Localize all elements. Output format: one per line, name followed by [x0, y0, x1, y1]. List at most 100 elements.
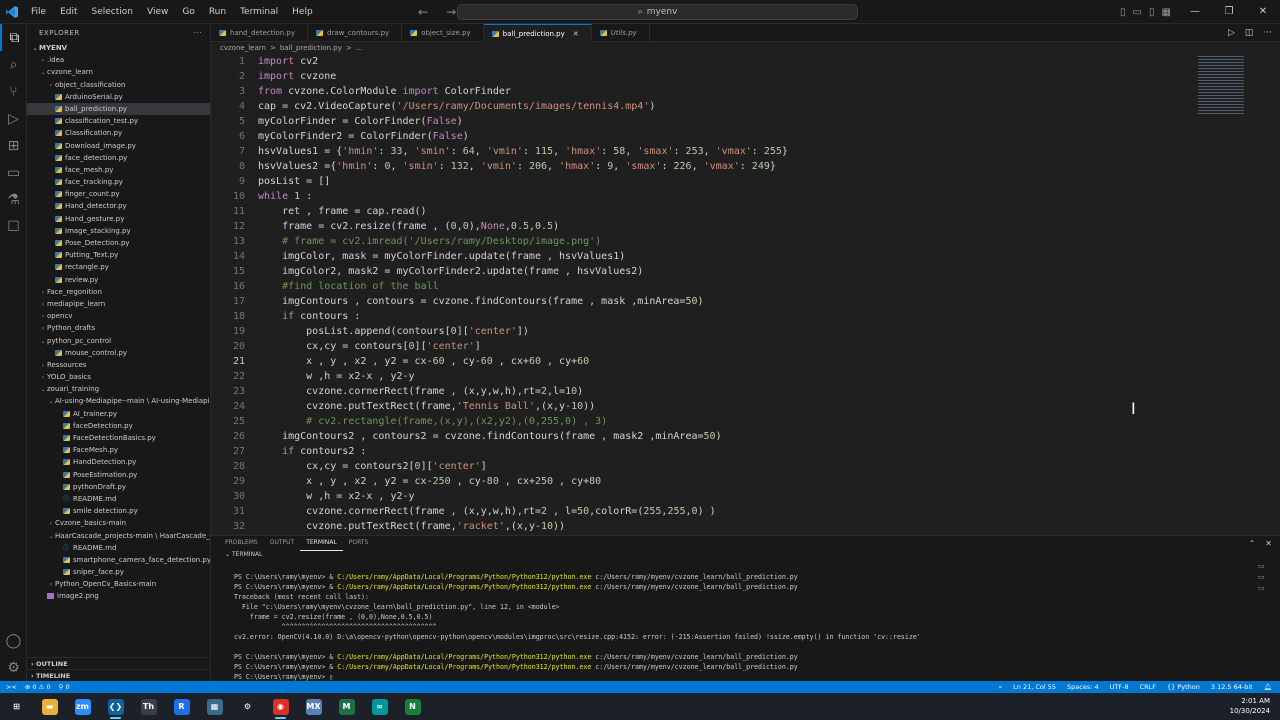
run-debug-icon[interactable]: ▷	[0, 105, 27, 132]
testing-icon[interactable]: ⚗	[0, 186, 27, 213]
taskbar-tool[interactable]: ▦	[198, 693, 231, 720]
terminal-output[interactable]: PS C:\Users\ramy\myenv> & C:/Users/ramy/…	[234, 572, 1264, 682]
tree-file[interactable]: review.py	[27, 274, 210, 286]
cursor-position[interactable]: Ln 21, Col 55	[1013, 683, 1056, 691]
account-icon[interactable]: ◯	[0, 627, 27, 654]
tree-file[interactable]: face_detection.py	[27, 152, 210, 164]
restore-button[interactable]: ❐	[1212, 0, 1246, 24]
taskbar-excel-like[interactable]: M	[330, 693, 363, 720]
code-line[interactable]: 21 x , y , x2 , y2 = cx-60 , cy-60 , cx+…	[211, 354, 1280, 369]
tree-file[interactable]: classification_test.py	[27, 115, 210, 127]
taskbar-settings[interactable]: ⚙	[231, 693, 264, 720]
panel-tab-output[interactable]: OUTPUT	[264, 536, 300, 550]
editor-tab[interactable]: ball_prediction.py ✕	[483, 24, 592, 42]
code-line[interactable]: 24 cvzone.putTextRect(frame,'Tennis Ball…	[211, 399, 1280, 414]
editor-scrollbar[interactable]	[1271, 54, 1280, 534]
tree-file[interactable]: face_mesh.py	[27, 164, 210, 176]
taskbar-mx[interactable]: MX	[297, 693, 330, 720]
tree-file[interactable]: ArduinoSerial.py	[27, 91, 210, 103]
code-line[interactable]: 25 # cv2.rectangle(frame,(x,y),(x2,y2),(…	[211, 414, 1280, 429]
code-line[interactable]: 27 if contours2 :	[211, 444, 1280, 459]
close-panel-icon[interactable]: ✕	[1265, 539, 1272, 548]
taskbar-file-explorer[interactable]: ▬	[33, 693, 66, 720]
tree-folder[interactable]: ⌄python_pc_control	[27, 335, 210, 347]
taskbar-arduino[interactable]: ∞	[363, 693, 396, 720]
code-line[interactable]: 4 cap = cv2.VideoCapture('/Users/ramy/Doc…	[211, 99, 1280, 114]
code-line[interactable]: 18 if contours :	[211, 309, 1280, 324]
taskbar-chrome[interactable]: ◉	[264, 693, 297, 720]
close-button[interactable]: ✕	[1246, 0, 1280, 24]
tree-folder[interactable]: › object_classification	[27, 79, 210, 91]
close-tab-icon[interactable]: ✕	[573, 30, 579, 38]
source-control-icon[interactable]: ⑂	[0, 78, 27, 105]
code-line[interactable]: 29 x , y , x2 , y2 = cx-250 , cy-80 , cx…	[211, 474, 1280, 489]
run-python-file-icon[interactable]: ▷	[1228, 28, 1235, 38]
terminal-instance-icon[interactable]: ▭	[1258, 584, 1270, 592]
code-line[interactable]: 10 while 1 :	[211, 189, 1280, 204]
menu-item-edit[interactable]: Edit	[53, 0, 84, 24]
tree-file[interactable]: ⓘ README.md	[27, 493, 210, 505]
editor-tab[interactable]: Utils.py	[592, 24, 650, 42]
minimize-button[interactable]: —	[1178, 0, 1212, 24]
panel-tab-terminal[interactable]: TERMINAL	[300, 536, 343, 551]
back-arrow-icon[interactable]: ←	[418, 5, 428, 19]
outline-section[interactable]: › OUTLINE	[27, 657, 210, 669]
tree-file[interactable]: ball_prediction.py	[27, 102, 210, 116]
toggle-panel-icon[interactable]: ▭	[1133, 7, 1142, 18]
code-line[interactable]: 6 myColorFinder2 = ColorFinder(False)	[211, 129, 1280, 144]
customize-layout-icon[interactable]: ▦	[1161, 7, 1170, 18]
code-line[interactable]: 22 w ,h = x2-x , y2-y	[211, 369, 1280, 384]
tree-file[interactable]: rectangle.py	[27, 261, 210, 273]
toggle-sidebar-icon[interactable]: ▯	[1120, 7, 1126, 18]
line-ending[interactable]: CRLF	[1140, 683, 1156, 691]
tree-folder[interactable]: › Python_OpenCv_Basics-main	[27, 578, 210, 590]
encoding[interactable]: UTF-8	[1110, 683, 1129, 691]
timeline-section[interactable]: › TIMELINE	[27, 669, 210, 681]
taskbar-vs-blue[interactable]: R	[165, 693, 198, 720]
code-line[interactable]: 17 imgContours , contours = cvzone.findC…	[211, 294, 1280, 309]
menu-item-selection[interactable]: Selection	[85, 0, 140, 24]
taskbar-start[interactable]: ⊞	[0, 693, 33, 720]
tree-folder[interactable]: › mediapipe_learn	[27, 298, 210, 310]
tree-file[interactable]: sniper_face.py	[27, 566, 210, 578]
taskbar-zoom[interactable]: zm	[66, 693, 99, 720]
language-mode[interactable]: {} Python	[1167, 683, 1200, 691]
tree-file[interactable]: Hand_gesture.py	[27, 213, 210, 225]
panel-tab-ports[interactable]: PORTS	[343, 536, 375, 550]
code-line[interactable]: 23 cvzone.cornerRect(frame , (x,y,w,h),r…	[211, 384, 1280, 399]
code-editor[interactable]: 1 import cv2 2 import cvzone 3 from cvzone.Co…	[211, 54, 1280, 534]
code-line[interactable]: 2 import cvzone	[211, 69, 1280, 84]
extra-view-icon[interactable]: ☐	[0, 213, 27, 240]
indentation[interactable]: Spaces: 4	[1067, 683, 1099, 691]
editor-tab[interactable]: object_size.py	[402, 24, 484, 42]
menu-item-go[interactable]: Go	[175, 0, 201, 24]
menu-item-terminal[interactable]: Terminal	[233, 0, 285, 24]
tree-file[interactable]: Putting_Text.py	[27, 249, 210, 261]
split-editor-icon[interactable]: ◫	[1245, 28, 1254, 38]
tree-file[interactable]: FaceDetectionBasics.py	[27, 432, 210, 444]
menu-item-file[interactable]: File	[24, 0, 53, 24]
code-line[interactable]: 14 imgColor, mask = myColorFinder.update…	[211, 249, 1280, 264]
problems-count[interactable]: ⊗ 0 ⚠ 0	[25, 683, 51, 691]
tree-folder[interactable]: › .idea	[27, 54, 210, 66]
breadcrumb-item[interactable]: ball_prediction.py	[280, 44, 342, 52]
explorer-icon[interactable]: ⧉	[0, 24, 27, 51]
code-line[interactable]: 9 posList = []	[211, 174, 1280, 189]
settings-gear-icon[interactable]: ⚙	[0, 654, 27, 681]
editor-tab[interactable]: hand_detection.py	[211, 24, 308, 42]
tree-file[interactable]: PoseEstimation.py	[27, 469, 210, 481]
taskbar-thonny[interactable]: Th	[132, 693, 165, 720]
tree-file[interactable]: faceDetection.py	[27, 420, 210, 432]
tree-folder[interactable]: › YOLO_basics	[27, 371, 210, 383]
breadcrumb-item[interactable]: cvzone_learn	[220, 44, 266, 52]
tree-file[interactable]: Image_stacking.py	[27, 225, 210, 237]
more-editor-actions-icon[interactable]: ···	[1263, 28, 1272, 38]
breadcrumb-item[interactable]: ...	[356, 44, 363, 52]
tree-file[interactable]: Pose_Detection.py	[27, 237, 210, 249]
system-clock[interactable]: 2:01 AM 10/30/2024	[1230, 696, 1270, 716]
tree-file[interactable]: pythonDraft.py	[27, 481, 210, 493]
taskbar-n-app[interactable]: N	[396, 693, 429, 720]
remote-indicator[interactable]: ><	[6, 683, 17, 691]
tree-file[interactable]: smile detection.py	[27, 505, 210, 517]
editor-tab[interactable]: draw_contours.py	[308, 24, 403, 42]
